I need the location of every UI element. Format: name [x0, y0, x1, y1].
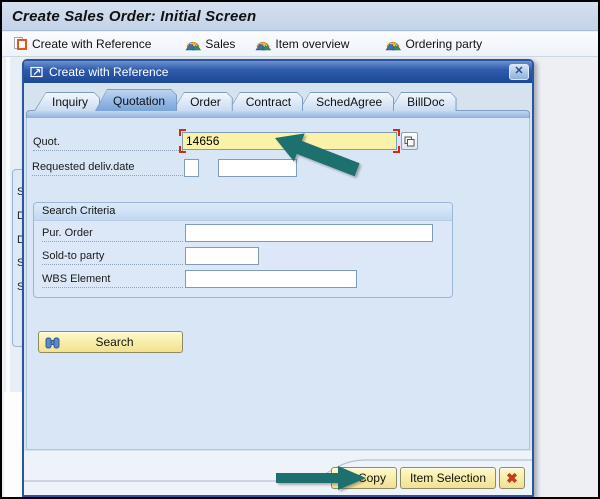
- dialog-titlebar[interactable]: Create with Reference ✕: [24, 61, 532, 83]
- search-criteria-header: Search Criteria: [34, 203, 452, 221]
- quot-label: Quot.: [33, 136, 183, 151]
- tab-label: Inquiry: [35, 93, 99, 111]
- item-selection-button[interactable]: Item Selection: [399, 467, 496, 489]
- search-button-label: Search: [95, 335, 134, 349]
- tab-label: Order: [173, 93, 232, 111]
- annotation-arrow-copy: [276, 466, 366, 490]
- cancel-button[interactable]: ✖: [499, 467, 525, 489]
- search-button[interactable]: Search: [38, 331, 183, 353]
- create-with-reference-dialog: Create with Reference ✕ Inquiry Quotatio…: [22, 59, 534, 497]
- toolbar-label: Sales: [205, 37, 236, 51]
- pur-order-label: Pur. Order: [42, 227, 183, 242]
- tab-label: Contract: [229, 93, 302, 111]
- tab-order[interactable]: Order: [172, 92, 233, 111]
- toolbar-label: Create with Reference: [32, 37, 152, 51]
- dialog-window-icon: [30, 66, 43, 78]
- toolbar-sales[interactable]: Sales: [185, 37, 235, 51]
- toolbar-ordering-party[interactable]: Ordering party: [385, 37, 482, 51]
- toolbar-item-overview[interactable]: Item overview: [255, 37, 349, 51]
- annotation-arrow-quot: [275, 133, 360, 177]
- quot-matchcode-button[interactable]: [401, 132, 418, 150]
- dialog-title: Create with Reference: [49, 65, 169, 79]
- copy-pages-icon: [404, 136, 415, 146]
- tab-strip: Inquiry Quotation Order Contract SchedAg…: [34, 89, 457, 111]
- create-with-reference-icon: [14, 37, 28, 51]
- page-title: Create Sales Order: Initial Screen: [12, 7, 257, 25]
- overview-mountain-icon: [185, 41, 202, 50]
- pur-order-input[interactable]: [185, 224, 433, 242]
- requested-deliv-date-type-input[interactable]: [184, 159, 199, 177]
- sold-to-party-input[interactable]: [185, 247, 259, 265]
- app-toolbar: Create with Reference Sales Item overvie…: [2, 32, 598, 57]
- toolbar-label: Item overview: [275, 37, 350, 51]
- wbs-element-input[interactable]: [185, 270, 357, 288]
- tab-label: SchedAgree: [299, 93, 393, 111]
- dialog-close-button[interactable]: ✕: [509, 64, 529, 80]
- screen: Create Sales Order: Initial Screen Creat…: [0, 0, 600, 499]
- app-titlebar: Create Sales Order: Initial Screen: [2, 2, 598, 31]
- requested-deliv-date-label: Requested deliv.date: [32, 161, 183, 176]
- background-bottom-area: [4, 392, 22, 497]
- tab-schedagree[interactable]: SchedAgree: [298, 92, 394, 111]
- toolbar-label: Ordering party: [405, 37, 483, 51]
- binoculars-icon: [45, 337, 60, 348]
- tab-quotation[interactable]: Quotation: [95, 89, 177, 111]
- wbs-element-label: WBS Element: [42, 273, 183, 288]
- toolbar-create-with-reference[interactable]: Create with Reference: [14, 37, 151, 51]
- sold-to-party-label: Sold-to party: [42, 250, 183, 265]
- overview-mountain-icon: [255, 41, 272, 50]
- background-groupbox: Sales Organization Distribution Channel …: [12, 169, 22, 347]
- tab-contract[interactable]: Contract: [228, 92, 303, 111]
- red-x-icon: ✖: [506, 469, 518, 486]
- item-selection-label: Item Selection: [409, 471, 486, 485]
- tab-label: Quotation: [96, 90, 176, 111]
- background-form-strip: Sales Organization Distribution Channel …: [4, 57, 22, 392]
- tab-label: BillDoc: [390, 93, 455, 111]
- overview-mountain-icon: [385, 41, 402, 50]
- tab-billdoc[interactable]: BillDoc: [389, 92, 456, 111]
- search-criteria-groupbox: Search Criteria Pur. Order Sold-to party…: [33, 202, 453, 298]
- quotation-tab-panel: Quot. Requested deliv.date: [26, 110, 530, 450]
- tab-panel-body: Quot. Requested deliv.date: [26, 118, 530, 450]
- dialog-footer: ✔ Copy Item Selection ✖: [24, 451, 532, 495]
- dialog-body: Inquiry Quotation Order Contract SchedAg…: [24, 83, 532, 495]
- tab-panel-top-band: [26, 110, 530, 118]
- tab-inquiry[interactable]: Inquiry: [34, 92, 100, 111]
